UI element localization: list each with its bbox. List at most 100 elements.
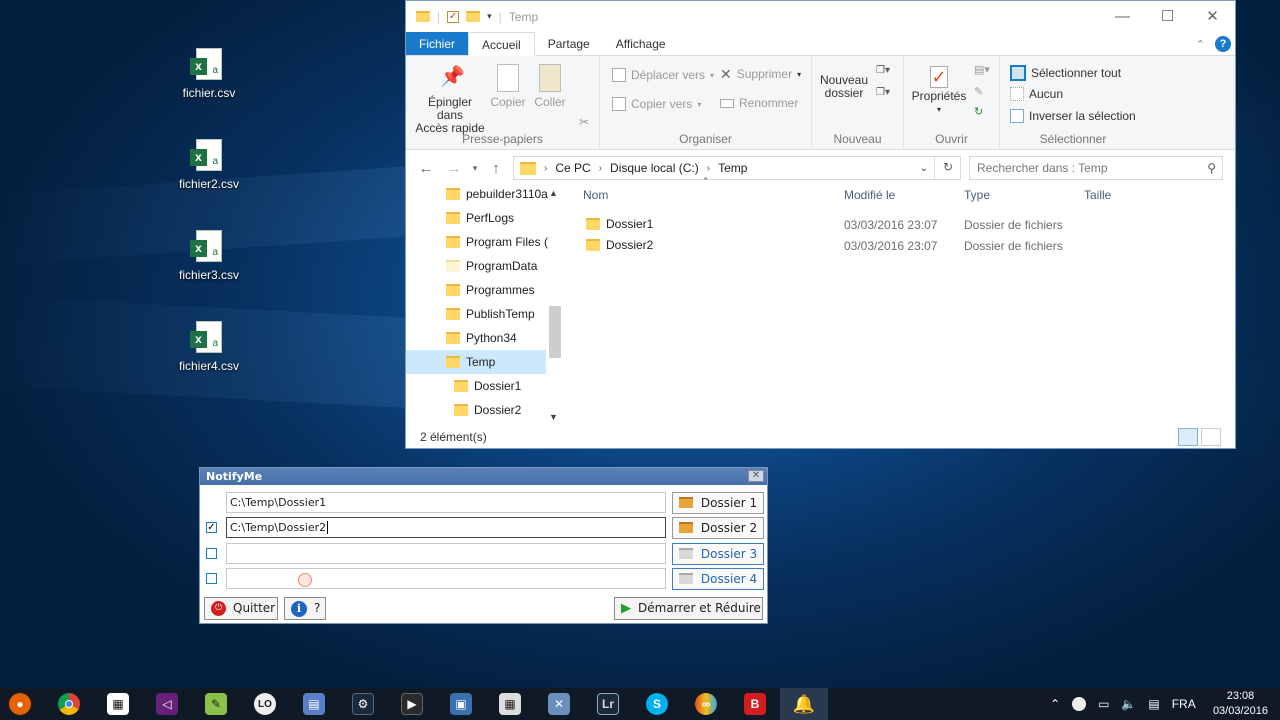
- tab-partage[interactable]: Partage: [535, 32, 603, 55]
- notifyme-titlebar[interactable]: NotifyMe: [200, 468, 767, 485]
- desktop-icon-fichier[interactable]: xa fichier.csv: [171, 48, 247, 100]
- invert-selection-button[interactable]: Inverser la sélection: [1010, 109, 1136, 123]
- tray-app-icon[interactable]: [1072, 697, 1087, 711]
- column-taille[interactable]: Taille: [1084, 188, 1111, 202]
- bitdefender-icon[interactable]: B: [731, 688, 779, 720]
- open-icon[interactable]: ▤▾: [974, 64, 990, 77]
- edit-icon[interactable]: ✎: [974, 86, 983, 99]
- enable-checkbox-3[interactable]: [206, 548, 217, 559]
- maximize-button[interactable]: ☐: [1145, 1, 1190, 32]
- rename-button[interactable]: Renommer: [720, 97, 798, 110]
- list-item[interactable]: Dossier1 03/03/2016 23:07 Dossier de fic…: [576, 214, 1236, 235]
- browse-dossier-4-button[interactable]: Dossier 4: [672, 568, 764, 590]
- minimize-button[interactable]: —: [1100, 1, 1145, 32]
- tree-item-program-files[interactable]: Program Files (: [406, 230, 564, 254]
- firefox-icon[interactable]: ●: [0, 688, 44, 720]
- tree-scrollbar[interactable]: ▲ ▼: [547, 182, 561, 422]
- scrollbar-thumb[interactable]: [549, 306, 561, 358]
- browse-dossier-2-button[interactable]: Dossier 2: [672, 517, 764, 539]
- remote-desktop-icon[interactable]: ▣: [437, 688, 485, 720]
- tree-item-publishtemp[interactable]: PublishTemp: [406, 302, 564, 326]
- steam-icon[interactable]: ⚙: [339, 688, 387, 720]
- store-icon[interactable]: ▦: [94, 688, 142, 720]
- calculator-icon[interactable]: ▦: [486, 688, 534, 720]
- large-icons-view-icon[interactable]: [1201, 428, 1221, 446]
- notepadpp-icon[interactable]: ✎: [192, 688, 240, 720]
- breadcrumb-temp[interactable]: Temp: [718, 161, 747, 175]
- select-none-button[interactable]: Aucun: [1010, 87, 1063, 101]
- browse-dossier-1-button[interactable]: Dossier 1: [672, 492, 764, 514]
- history-icon[interactable]: ↻: [974, 106, 983, 119]
- libreoffice-icon[interactable]: LO: [241, 688, 289, 720]
- qat-dropdown-icon[interactable]: ▾: [487, 11, 492, 22]
- pin-quick-access-button[interactable]: 📌 Épingler dans Accès rapide: [414, 66, 486, 135]
- quit-button[interactable]: ⏻ Quitter: [204, 597, 278, 620]
- volume-icon[interactable]: 🔈: [1121, 697, 1136, 711]
- collapse-ribbon-icon[interactable]: ⌃: [1196, 38, 1205, 51]
- explorer-titlebar[interactable]: | ✓ ▾ | Temp — ☐ ✕: [406, 1, 1235, 32]
- enable-checkbox-2[interactable]: ✓: [206, 522, 217, 533]
- tab-accueil[interactable]: Accueil: [468, 32, 535, 56]
- folder-path-input-2[interactable]: C:\Temp\Dossier2: [226, 517, 666, 538]
- column-type[interactable]: Type: [964, 188, 990, 202]
- game-icon[interactable]: ∞: [682, 688, 730, 720]
- easy-access-icon[interactable]: ❐▾: [876, 86, 890, 99]
- scroll-up-icon[interactable]: ▲: [549, 188, 558, 198]
- forward-arrow-icon[interactable]: →: [440, 160, 468, 177]
- network-icon[interactable]: ▭: [1098, 697, 1109, 711]
- desktop-icon-fichier2[interactable]: xa fichier2.csv: [171, 139, 247, 191]
- search-input[interactable]: Rechercher dans : Temp ⚲: [969, 156, 1223, 180]
- desktop-icon-fichier4[interactable]: xa fichier4.csv: [171, 321, 247, 373]
- scroll-down-icon[interactable]: ▼: [549, 412, 558, 422]
- start-and-minimize-button[interactable]: ▶ Démarrer et Réduire: [614, 597, 763, 620]
- details-view-icon[interactable]: [1178, 428, 1198, 446]
- tree-item-python34[interactable]: Python34: [406, 326, 564, 350]
- paste-button[interactable]: Coller: [531, 64, 569, 109]
- chrome-icon[interactable]: [45, 688, 93, 720]
- up-arrow-icon[interactable]: ↑: [482, 160, 510, 177]
- visual-studio-icon[interactable]: ◁: [143, 688, 191, 720]
- browse-dossier-3-button[interactable]: Dossier 3: [672, 543, 764, 565]
- folder-path-input-3[interactable]: [226, 543, 666, 564]
- action-center-icon[interactable]: ▤: [1148, 697, 1159, 711]
- notifyme-close-button[interactable]: ✕: [748, 470, 764, 482]
- enable-checkbox-4[interactable]: [206, 573, 217, 584]
- cut-icon[interactable]: ✂: [576, 116, 592, 129]
- new-folder-quick-icon[interactable]: [466, 11, 481, 22]
- new-item-icon[interactable]: ❐▾: [876, 64, 890, 77]
- recent-locations-icon[interactable]: ▾: [468, 163, 482, 174]
- terminal-icon[interactable]: ▶: [388, 688, 436, 720]
- breadcrumb-disque-local[interactable]: Disque local (C:): [610, 161, 699, 175]
- tree-item-temp[interactable]: Temp: [406, 350, 546, 374]
- move-to-button[interactable]: Déplacer vers ▾: [612, 68, 714, 82]
- delete-button[interactable]: ✕ Supprimer ▾: [720, 67, 801, 81]
- refresh-icon[interactable]: ↻: [934, 156, 961, 180]
- column-modifie-le[interactable]: Modifié le: [844, 188, 895, 202]
- back-arrow-icon[interactable]: ←: [412, 160, 440, 177]
- select-all-button[interactable]: Sélectionner tout: [1010, 65, 1121, 81]
- tree-item-programdata[interactable]: ProgramData: [406, 254, 564, 278]
- desktop-icon-fichier3[interactable]: xa fichier3.csv: [171, 230, 247, 282]
- copy-button[interactable]: Copier: [489, 64, 527, 109]
- language-indicator[interactable]: FRA: [1172, 697, 1196, 711]
- tree-item-dossier1[interactable]: Dossier1: [406, 374, 564, 398]
- tree-item-dossier2[interactable]: Dossier2: [406, 398, 564, 422]
- notifyme-bell-icon[interactable]: 🔔: [780, 688, 828, 720]
- tree-item-pebuilder[interactable]: pebuilder3110a: [406, 182, 564, 206]
- tab-fichier[interactable]: Fichier: [406, 32, 469, 55]
- help-icon[interactable]: ?: [1215, 36, 1231, 52]
- system-clock[interactable]: 23:08 03/03/2016: [1213, 689, 1268, 719]
- new-folder-button[interactable]: Nouveau dossier: [816, 64, 872, 100]
- close-button[interactable]: ✕: [1190, 1, 1235, 32]
- folder-path-input-4[interactable]: [226, 568, 666, 589]
- lightroom-icon[interactable]: Lr: [584, 688, 632, 720]
- tab-affichage[interactable]: Affichage: [603, 32, 679, 55]
- show-hidden-icons[interactable]: ⌃: [1050, 697, 1060, 711]
- tree-item-perflogs[interactable]: PerfLogs: [406, 206, 564, 230]
- properties-quick-icon[interactable]: ✓: [447, 10, 460, 23]
- copy-to-button[interactable]: Copier vers ▾: [612, 97, 701, 111]
- folder-path-input-1[interactable]: C:\Temp\Dossier1: [226, 492, 666, 513]
- tree-item-programmes[interactable]: Programmes: [406, 278, 564, 302]
- list-item[interactable]: Dossier2 03/03/2016 23:07 Dossier de fic…: [576, 235, 1236, 256]
- address-bar[interactable]: › Ce PC › Disque local (C:) › Temp ⌄: [513, 156, 961, 180]
